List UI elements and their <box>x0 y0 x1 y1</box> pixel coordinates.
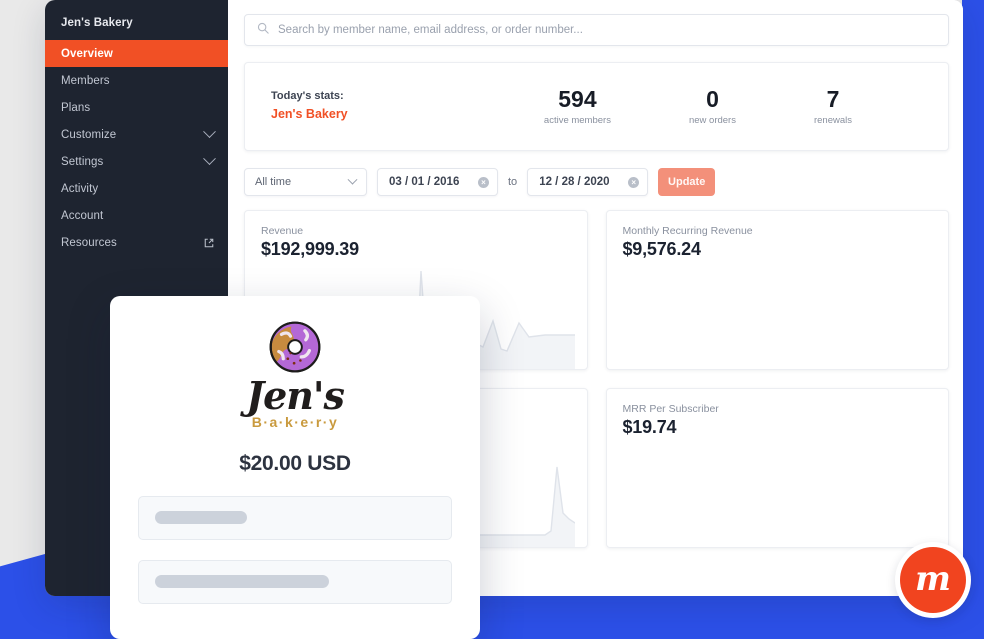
date-to-input[interactable]: 12 / 28 / 2020 × <box>527 168 649 196</box>
stat-label: renewals <box>813 114 852 126</box>
stat-label: active members <box>543 114 611 126</box>
sidebar-item-label: Overview <box>61 47 113 60</box>
sidebar-item-members[interactable]: Members <box>45 67 228 94</box>
date-range-select-value: All time <box>255 176 292 188</box>
sidebar-item-resources[interactable]: Resources <box>45 229 228 256</box>
stats-heading: Today's stats: <box>271 90 344 103</box>
metric-label: MRR Per Subscriber <box>622 403 719 415</box>
sidebar-item-customize[interactable]: Customize <box>45 121 228 148</box>
search-bar[interactable] <box>244 14 949 46</box>
metric-label: Revenue <box>261 225 304 237</box>
metric-label: Monthly Recurring Revenue <box>622 225 753 237</box>
donut-icon <box>269 321 321 373</box>
checkout-logo-primary: Jen's <box>246 373 345 418</box>
sidebar-brand: Jen's Bakery <box>61 17 133 29</box>
stat-value: 7 <box>826 86 840 113</box>
clear-icon[interactable]: × <box>478 176 489 188</box>
filter-row: All time 03 / 01 / 2016 × to 12 / 28 / 2… <box>244 168 949 196</box>
memberful-logo-letter: m <box>900 547 966 613</box>
stat-renewals: 7 renewals <box>813 86 852 126</box>
checkout-field-one[interactable] <box>138 495 452 540</box>
search-input[interactable] <box>278 24 936 36</box>
metric-value: $19.74 <box>622 417 677 437</box>
stats-title: Today's stats: Jen's Bakery <box>271 88 348 124</box>
sidebar-item-account[interactable]: Account <box>45 202 228 229</box>
sidebar-item-activity[interactable]: Activity <box>45 175 228 202</box>
checkout-logo-secondary: B·a·k·e·r·y <box>251 413 339 430</box>
metric-card-mrr: Monthly Recurring Revenue $9,576.24 <box>605 210 949 370</box>
sidebar-item-label: Plans <box>61 101 91 114</box>
metric-value: $192,999.39 <box>261 239 359 259</box>
clear-icon[interactable]: × <box>628 176 640 188</box>
stat-new-orders: 0 new orders <box>688 86 736 126</box>
sidebar-item-plans[interactable]: Plans <box>45 94 228 121</box>
date-to-label: to <box>508 176 518 188</box>
sidebar-item-label: Activity <box>61 182 99 195</box>
date-to-value: 12 / 28 / 2020 <box>539 176 610 188</box>
memberful-badge[interactable]: m <box>895 542 971 618</box>
stats-values: 594 active members 0 new orders 7 renewa… <box>348 86 922 126</box>
metric-value: $9,576.24 <box>622 239 701 259</box>
checkout-field-two[interactable] <box>138 559 452 604</box>
chevron-down-icon <box>203 152 216 166</box>
date-from-input[interactable]: 03 / 01 / 2016 × <box>377 168 498 196</box>
todays-stats-card: Today's stats: Jen's Bakery 594 active m… <box>244 62 949 151</box>
date-range-select[interactable]: All time <box>244 168 367 196</box>
background-shape-right <box>962 0 984 639</box>
checkout-modal: Jen's B·a·k·e·r·y $20.00 USD <box>110 296 480 639</box>
field-placeholder-bar <box>155 511 248 525</box>
stat-value: 594 <box>558 86 597 113</box>
field-placeholder-bar <box>155 575 329 589</box>
sidebar-item-label: Customize <box>61 128 117 141</box>
sidebar-item-settings[interactable]: Settings <box>45 148 228 175</box>
update-button[interactable]: Update <box>658 168 716 196</box>
sidebar-item-label: Settings <box>61 155 104 168</box>
chevron-down-icon <box>347 174 358 185</box>
stats-store-name: Jen's Bakery <box>271 107 348 122</box>
stat-value: 0 <box>706 86 719 113</box>
sidebar-item-label: Members <box>61 74 110 87</box>
stat-label: new orders <box>688 114 736 126</box>
sidebar-item-label: Resources <box>61 236 117 249</box>
external-link-icon <box>204 238 214 248</box>
metric-card-mrr-per-subscriber: MRR Per Subscriber $19.74 <box>605 388 949 548</box>
checkout-logo: Jen's B·a·k·e·r·y <box>110 320 480 430</box>
search-icon <box>257 21 269 39</box>
chevron-down-icon <box>203 125 216 139</box>
checkout-price: $20.00 USD <box>239 451 351 475</box>
date-from-value: 03 / 01 / 2016 <box>389 176 460 188</box>
stat-active-members: 594 active members <box>543 86 611 126</box>
sidebar-item-label: Account <box>61 209 104 222</box>
sidebar-item-overview[interactable]: Overview <box>45 40 228 67</box>
